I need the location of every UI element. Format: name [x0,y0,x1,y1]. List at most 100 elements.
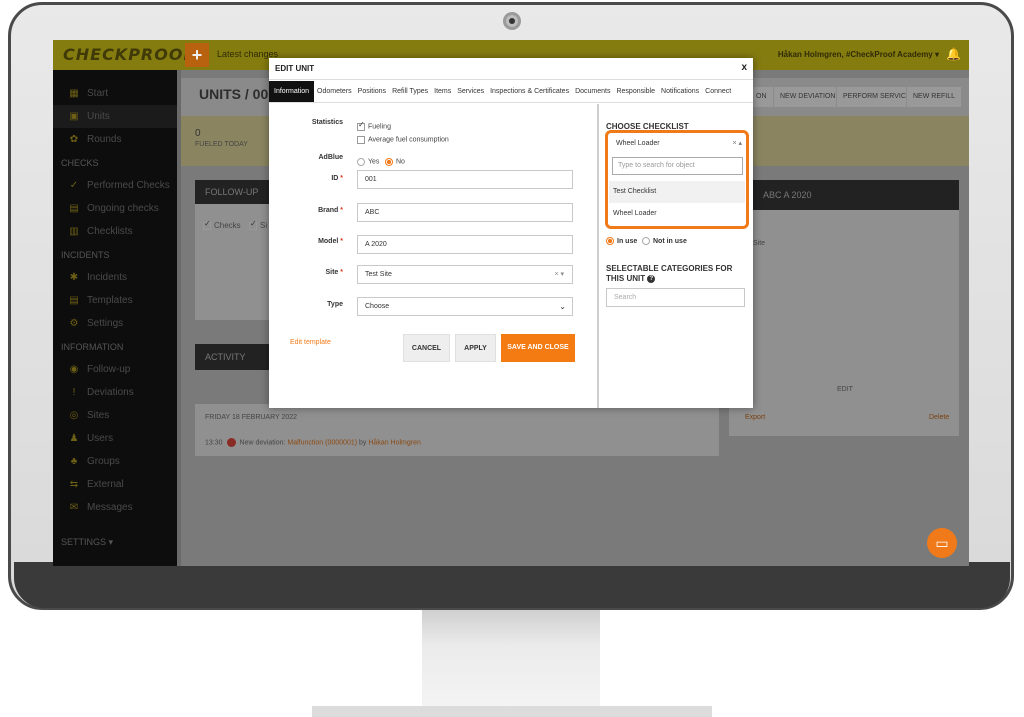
model-input[interactable]: A 2020 [357,235,573,254]
checklist-search-input[interactable]: Type to search for object [612,157,743,175]
sites-filter-checkbox[interactable] [249,219,257,230]
sidebar-item-rounds[interactable]: ✿ Rounds [53,128,177,151]
sidebar-item-ongoing-checks[interactable]: ▤ Ongoing checks [53,197,177,220]
adblue-no-option[interactable]: No [385,153,405,171]
deviation-icon [226,438,236,447]
user-link[interactable]: Håkan Holmgren [368,439,421,446]
user-icon: ♟ [69,433,79,444]
sidebar-item-deviations[interactable]: ! Deviations [53,381,177,404]
sites-filter[interactable]: Si [249,219,267,230]
sidebar-item-groups[interactable]: ♣ Groups [53,450,177,473]
deviation-link[interactable]: Malfunction (0000001) [287,439,357,446]
checks-filter[interactable]: Checks [203,219,241,230]
categories-search-input[interactable]: Search [606,288,745,307]
template-icon: ▤ [69,295,79,306]
sidebar-item-follow-up[interactable]: ◉ Follow-up [53,358,177,381]
sidebar-item-templates[interactable]: ▤ Templates [53,289,177,312]
sidebar-label: Units [87,111,110,122]
form-area: Statistics Fueling Average fuel consumpt… [269,104,597,408]
chevron-up-icon[interactable]: ▴ [738,140,742,147]
fueled-label: FUELED TODAY [195,141,248,148]
stage: CHECKPROOF + Latest changes Håkan Holmgr… [0,0,1024,717]
site-select[interactable]: Test Site × ▾ [357,265,573,284]
cancel-button[interactable]: CANCEL [403,334,450,362]
not-in-use-radio[interactable] [642,237,650,245]
brand-label: Brand * [283,207,343,214]
in-use-radio[interactable] [606,237,614,245]
tab-odometers[interactable]: Odometers [314,81,355,102]
sidebar-item-performed-checks[interactable]: ✓ Performed Checks [53,174,177,197]
sidebar-label: Follow-up [87,364,131,375]
new-deviation-button[interactable]: NEW DEVIATION [773,86,843,108]
checklist-option-test[interactable]: Test Checklist [609,181,745,203]
tab-items[interactable]: Items [431,81,454,102]
tab-positions[interactable]: Positions [355,81,389,102]
user-menu[interactable]: Håkan Holmgren, #CheckProof Academy ▾ [778,50,939,59]
tab-information[interactable]: Information [269,81,315,102]
tab-notifications[interactable]: Notifications [658,81,702,102]
app-logo[interactable]: CHECKPROOF [63,45,195,64]
sidebar-item-settings[interactable]: ⚙ Settings [53,312,177,335]
tab-refill-types[interactable]: Refill Types [389,81,431,102]
apply-button[interactable]: APPLY [455,334,496,362]
brand-input[interactable]: ABC [357,203,573,222]
checks-filter-checkbox[interactable] [203,219,211,230]
chevron-down-icon: ⌄ [559,302,566,311]
delete-link[interactable]: Delete [929,414,949,421]
chat-icon[interactable]: ▭ [927,528,957,558]
tab-inspections[interactable]: Inspections & Certificates [487,81,572,102]
sidebar-scrollbar[interactable] [177,70,181,566]
sidebar-item-units[interactable]: ▣ Units [53,105,177,128]
fuel-consumption-option[interactable]: Average fuel consumption [357,131,449,149]
close-icon[interactable]: x [741,62,747,73]
tab-connect[interactable]: Connect [702,81,734,102]
not-in-use-option[interactable]: Not in use [642,237,687,245]
unit-site-text: Site [753,240,766,247]
screen: CHECKPROOF + Latest changes Håkan Holmgr… [53,40,969,566]
id-label-text: ID [331,175,339,182]
add-button[interactable]: + [185,43,209,67]
adblue-yes-option[interactable]: Yes [357,153,379,171]
adblue-yes-label: Yes [368,158,380,166]
export-link[interactable]: Export [745,414,765,421]
help-icon[interactable]: ? [647,274,656,283]
id-input[interactable]: 001 [357,170,573,189]
tab-responsible[interactable]: Responsible [613,81,658,102]
edit-template-link[interactable]: Edit template [290,339,331,346]
sidebar-settings-toggle[interactable]: SETTINGS ▾ [53,531,177,554]
warning-icon: ! [72,387,76,398]
fuel-consumption-checkbox[interactable] [357,135,365,144]
sidebar-item-external[interactable]: ⇆ External [53,473,177,496]
bell-icon[interactable]: 🔔 [946,47,961,61]
sidebar-item-start[interactable]: ▦ Start [53,82,177,105]
sidebar-item-users[interactable]: ♟ Users [53,427,177,450]
tab-documents[interactable]: Documents [572,81,613,102]
sidebar-header-incidents: INCIDENTS [61,249,110,260]
checklist-option-wheel-loader[interactable]: Wheel Loader [609,203,745,225]
adblue-yes-radio[interactable] [357,157,365,166]
message-icon: ✉ [69,502,79,513]
units-icon: ▣ [69,111,79,122]
sidebar-header-information: INFORMATION [61,341,124,352]
sidebar-item-messages[interactable]: ✉ Messages [53,496,177,519]
edit-unit-button[interactable]: EDIT [837,386,853,393]
modal-header: EDIT UNIT x [269,58,753,80]
type-select[interactable]: Choose ⌄ [357,297,573,316]
sidebar-item-checklists[interactable]: ▥ Checklists [53,220,177,243]
fueling-checkbox[interactable] [357,120,365,131]
site-label: Site * [283,269,343,276]
required-mark: * [340,175,343,182]
save-and-close-button[interactable]: SAVE AND CLOSE [501,334,575,362]
checklist-select[interactable]: Wheel Loader × ▴ [612,136,742,152]
fuel-consumption-label: Average fuel consumption [368,136,449,144]
tab-services[interactable]: Services [454,81,487,102]
new-refill-button[interactable]: NEW REFILL [906,86,963,108]
adblue-no-radio[interactable] [385,157,393,166]
clear-icon[interactable]: × [732,140,736,147]
in-use-option[interactable]: In use [606,237,637,245]
sidebar-item-incidents[interactable]: ✱ Incidents [53,266,177,289]
external-icon: ⇆ [69,479,79,490]
checklist-controls[interactable]: × ▴ [732,136,742,152]
sidebar-item-sites[interactable]: ◎ Sites [53,404,177,427]
site-select-controls[interactable]: × ▾ [554,266,564,283]
